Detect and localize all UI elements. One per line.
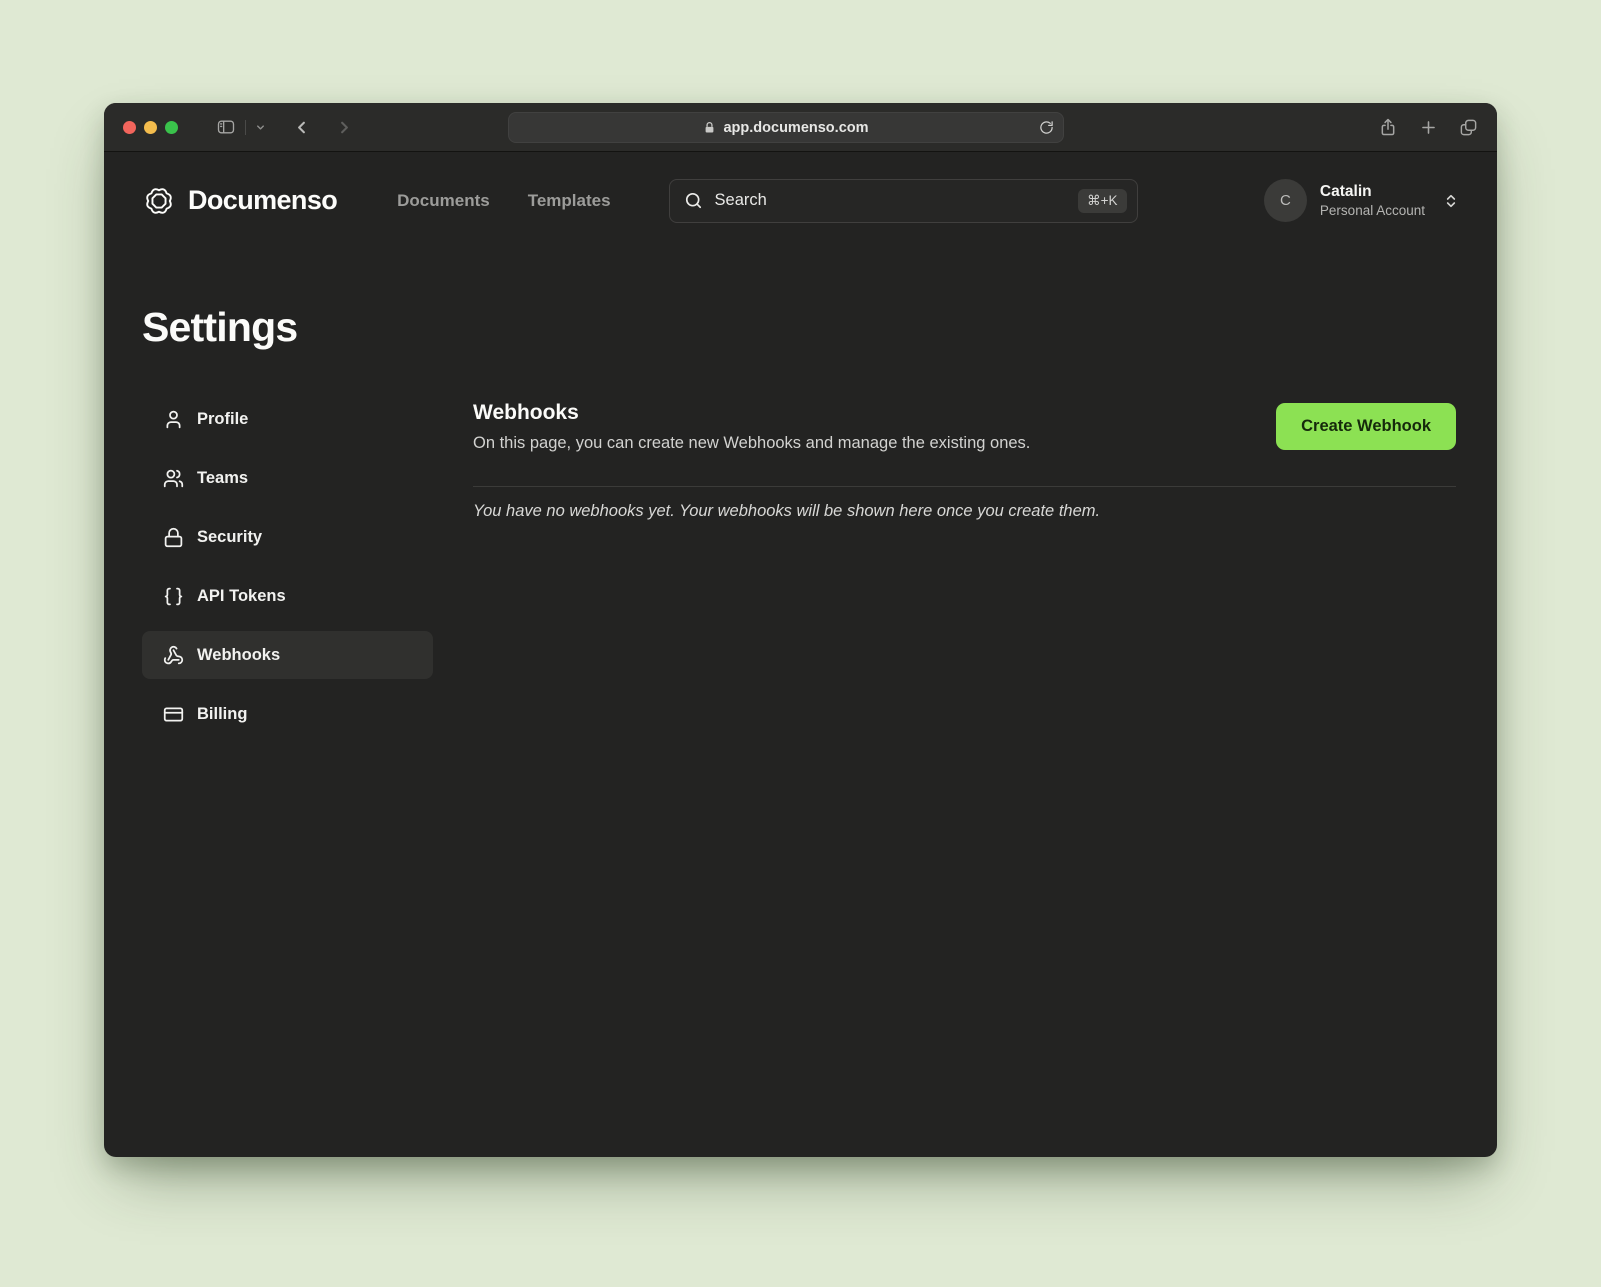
search-bar[interactable]: ⌘+K (669, 179, 1138, 223)
page-title: Settings (142, 304, 1459, 351)
webhooks-header: Webhooks On this page, you can create ne… (473, 401, 1456, 453)
sidebar-item-profile[interactable]: Profile (142, 395, 433, 443)
titlebar-right-controls (1378, 117, 1478, 137)
sidebar-item-webhooks[interactable]: Webhooks (142, 631, 433, 679)
sidebar-item-teams[interactable]: Teams (142, 454, 433, 502)
close-window-button[interactable] (123, 121, 136, 134)
lock-icon (163, 527, 184, 548)
browser-titlebar: app.documenso.com (104, 103, 1497, 152)
credit-card-icon (163, 704, 184, 725)
address-bar[interactable]: app.documenso.com (508, 112, 1064, 143)
nav-templates[interactable]: Templates (528, 191, 611, 211)
toolbar-divider (245, 120, 246, 135)
webhooks-empty-state: You have no webhooks yet. Your webhooks … (473, 502, 1456, 521)
nav-documents[interactable]: Documents (397, 191, 490, 211)
back-icon[interactable] (292, 118, 311, 137)
zoom-window-button[interactable] (165, 121, 178, 134)
settings-sidebar: Profile Teams Security API Tokens (142, 395, 433, 738)
url-text: app.documenso.com (723, 120, 868, 136)
sidebar-item-label: Teams (197, 469, 248, 488)
sidebar-item-label: Security (197, 528, 262, 547)
user-icon (163, 409, 184, 430)
reload-icon[interactable] (1039, 120, 1054, 135)
app-header: Documenso Documents Templates ⌘+K C Cata… (104, 152, 1497, 249)
tab-overview-icon[interactable] (1459, 118, 1478, 137)
webhook-icon (163, 645, 184, 666)
forward-icon[interactable] (335, 118, 354, 137)
search-input[interactable] (715, 191, 1079, 210)
chevron-down-icon[interactable] (255, 122, 266, 133)
account-menu[interactable]: C Catalin Personal Account (1264, 179, 1459, 222)
webhooks-panel: Webhooks On this page, you can create ne… (473, 395, 1456, 521)
webhooks-title: Webhooks (473, 401, 1030, 425)
braces-icon (163, 586, 184, 607)
webhooks-description: On this page, you can create new Webhook… (473, 434, 1030, 453)
sidebar-toggle-icon[interactable] (216, 117, 236, 137)
sidebar-item-label: API Tokens (197, 587, 286, 606)
sidebar-item-billing[interactable]: Billing (142, 690, 433, 738)
search-icon (684, 191, 703, 210)
chevrons-up-down-icon (1443, 193, 1459, 209)
sidebar-item-label: Webhooks (197, 646, 280, 665)
create-webhook-button[interactable]: Create Webhook (1276, 403, 1456, 450)
browser-window: app.documenso.com (104, 103, 1497, 1157)
settings-content: Profile Teams Security API Tokens (104, 351, 1497, 738)
minimize-window-button[interactable] (144, 121, 157, 134)
documenso-rosette-icon (142, 184, 176, 218)
account-type: Personal Account (1320, 202, 1425, 220)
search-shortcut-badge: ⌘+K (1078, 189, 1126, 213)
sidebar-item-security[interactable]: Security (142, 513, 433, 561)
users-icon (163, 468, 184, 489)
sidebar-item-label: Profile (197, 410, 248, 429)
avatar: C (1264, 179, 1307, 222)
section-divider (473, 486, 1456, 487)
account-name: Catalin (1320, 182, 1425, 202)
lock-icon (703, 121, 716, 134)
sidebar-item-label: Billing (197, 705, 247, 724)
brand-wordmark: Documenso (188, 185, 337, 216)
share-icon[interactable] (1378, 117, 1398, 137)
window-controls (123, 121, 178, 134)
primary-nav: Documents Templates (397, 191, 610, 211)
documenso-logo[interactable]: Documenso (142, 184, 337, 218)
sidebar-item-api-tokens[interactable]: API Tokens (142, 572, 433, 620)
new-tab-icon[interactable] (1419, 118, 1438, 137)
